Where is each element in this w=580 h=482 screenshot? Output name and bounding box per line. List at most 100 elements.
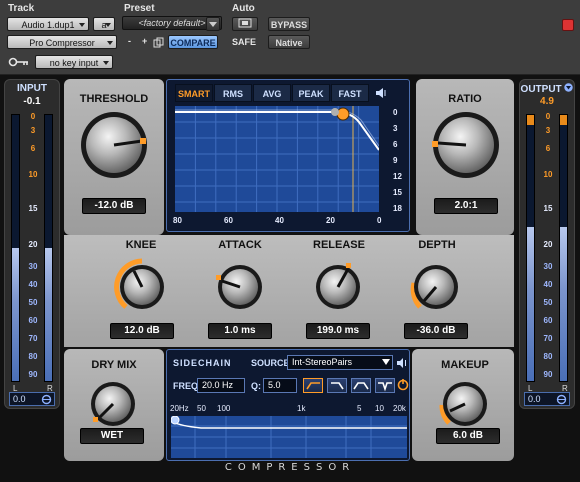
threshold-title: THRESHOLD <box>79 93 149 105</box>
graph-y-tick: 12 <box>393 172 402 181</box>
knee-knob[interactable] <box>112 257 172 317</box>
key-input-selector[interactable]: no key input <box>35 55 113 69</box>
plugin-header: Track Preset Auto Audio 1.dup1 a <factor… <box>0 0 580 75</box>
threshold-value[interactable]: -12.0 dB <box>82 198 146 214</box>
tab-smart[interactable]: SMART <box>175 84 213 102</box>
attack-value[interactable]: 1.0 ms <box>208 323 272 339</box>
graph-x-tick: 80 <box>173 216 182 225</box>
threshold-knob[interactable] <box>80 111 148 179</box>
link-icon[interactable] <box>41 394 52 405</box>
plugin-name-footer: COMPRESSOR <box>224 462 356 473</box>
graph-y-tick: 15 <box>393 188 402 197</box>
meter-scale-label: 50 <box>543 298 553 307</box>
output-peak-value: 4.9 <box>540 96 554 107</box>
drymix-value[interactable]: WET <box>80 428 144 444</box>
freq-field[interactable]: 20.0 Hz <box>197 378 245 393</box>
highcut-icon <box>331 382 344 390</box>
speaker-icon[interactable] <box>397 358 407 368</box>
tab-rms[interactable]: RMS <box>214 84 252 102</box>
filter-notch-button[interactable] <box>375 378 395 393</box>
depth-value[interactable]: -36.0 dB <box>404 323 468 339</box>
track-selector[interactable]: Audio 1.dup1 <box>7 17 89 31</box>
input-meter-left-bar <box>11 114 20 382</box>
input-meter: INPUT -0.1 0 3 6 10 15 20 30 40 50 60 70 80 90 L R 0… <box>4 79 60 409</box>
copy-settings-icon[interactable] <box>153 37 164 48</box>
plugin-selector[interactable]: Pro Compressor <box>7 35 117 49</box>
auto-label: Auto <box>232 3 255 14</box>
sidechain-panel: SIDECHAIN SOURCE: Int-StereoPairs FREQ: … <box>166 349 410 461</box>
output-meter-right-bar <box>559 114 568 382</box>
graph-y-tick: 0 <box>393 108 398 117</box>
meter-scale-label: 40 <box>543 280 553 289</box>
meter-scale-label: 80 <box>543 352 553 361</box>
tab-avg[interactable]: AVG <box>253 84 291 102</box>
source-selector[interactable]: Int-StereoPairs <box>287 355 393 370</box>
meter-scale-label: 90 <box>28 370 38 379</box>
meter-scale-label: 80 <box>28 352 38 361</box>
ratio-knob[interactable] <box>432 111 500 179</box>
sidechain-title: SIDECHAIN <box>173 358 232 368</box>
output-meter: OUTPUT 4.9 0 3 6 10 15 20 30 40 50 60 70 80 90 L R 0… <box>519 79 575 409</box>
makeup-title: MAKEUP <box>441 359 489 371</box>
drymix-knob[interactable] <box>84 375 142 433</box>
knee-title: KNEE <box>125 239 157 251</box>
speaker-icon[interactable] <box>375 88 387 98</box>
sidechain-axis-label: 20k <box>393 404 406 413</box>
safe-button[interactable]: SAFE <box>232 37 256 47</box>
bypass-button[interactable]: BYPASS <box>268 17 310 31</box>
lowcut-icon <box>306 382 320 390</box>
q-field[interactable]: 5.0 <box>263 378 297 393</box>
filter-highcut-button[interactable] <box>327 378 347 393</box>
tab-peak[interactable]: PEAK <box>292 84 330 102</box>
attack-knob[interactable] <box>210 257 270 317</box>
graph-x-tick: 60 <box>224 216 233 225</box>
depth-knob[interactable] <box>406 257 466 317</box>
power-icon <box>397 379 409 391</box>
filter-bandpass-button[interactable] <box>351 378 371 393</box>
makeup-knob[interactable] <box>436 375 494 433</box>
knee-value[interactable]: 12.0 dB <box>110 323 174 339</box>
graph-x-tick: 40 <box>275 216 284 225</box>
link-icon[interactable] <box>556 394 567 405</box>
plugin-power-icon[interactable] <box>562 19 574 31</box>
sidechain-axis-label: 5 <box>357 404 362 413</box>
preset-previous-button[interactable]: - <box>128 36 131 46</box>
output-meter-title-text: OUTPUT <box>520 84 562 95</box>
makeup-value[interactable]: 6.0 dB <box>436 428 500 444</box>
transfer-curve-plot <box>175 106 379 212</box>
track-channel-selector[interactable]: a <box>93 17 115 31</box>
meter-scale-label: 3 <box>30 126 36 135</box>
meter-scale-label: 0 <box>545 112 551 121</box>
input-peak-value: -0.1 <box>23 96 41 107</box>
meter-scale-label: 60 <box>28 316 38 325</box>
chevron-down-icon <box>209 22 217 27</box>
filter-lowcut-button[interactable] <box>303 378 323 393</box>
preset-menu-button[interactable] <box>206 17 220 31</box>
meter-scale-label: 70 <box>543 334 553 343</box>
meter-scale-label: 6 <box>30 144 36 153</box>
graph-x-tick: 20 <box>326 216 335 225</box>
meter-scale-label: 50 <box>28 298 38 307</box>
release-knob[interactable] <box>308 257 368 317</box>
bandpass-icon <box>353 382 369 390</box>
meter-scale-label: 10 <box>28 170 38 179</box>
depth-title: DEPTH <box>418 239 456 251</box>
input-meter-title: INPUT <box>17 83 47 94</box>
output-meter-left-bar <box>526 114 535 382</box>
meter-scale-label: 30 <box>28 262 38 271</box>
preset-next-button[interactable]: + <box>142 36 147 46</box>
tab-fast[interactable]: FAST <box>331 84 369 102</box>
compare-button[interactable]: COMPARE <box>168 35 218 49</box>
ratio-title: RATIO <box>448 93 482 105</box>
sidechain-axis-label: 50 <box>197 404 206 413</box>
sidechain-axis-label: 20Hz <box>170 404 189 413</box>
meter-scale-label: 20 <box>543 240 553 249</box>
ratio-value[interactable]: 2.0:1 <box>434 198 498 214</box>
release-value[interactable]: 199.0 ms <box>306 323 370 339</box>
auto-enable-button[interactable] <box>232 17 258 31</box>
native-button[interactable]: Native <box>268 35 310 49</box>
chevron-down-icon[interactable] <box>564 83 574 92</box>
sidechain-power-button[interactable] <box>397 378 409 393</box>
meter-scale-label: 60 <box>543 316 553 325</box>
preset-label: Preset <box>124 3 155 14</box>
